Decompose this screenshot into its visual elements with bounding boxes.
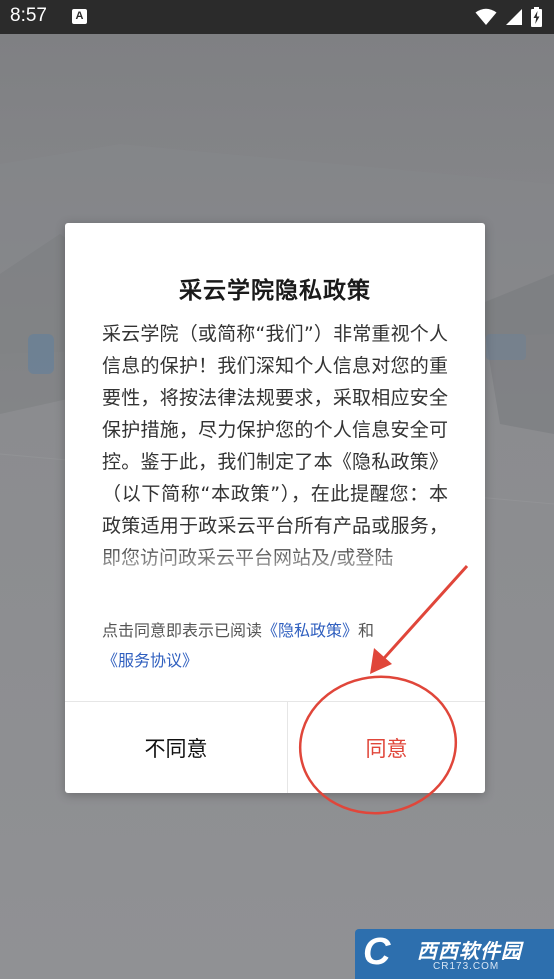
status-time: 8:57	[10, 5, 47, 26]
service-agreement-link[interactable]: 《服务协议》	[102, 651, 198, 670]
consent-prefix: 点击同意即表示已阅读	[102, 621, 263, 640]
disagree-button[interactable]: 不同意	[65, 702, 287, 793]
signal-icon	[506, 9, 522, 25]
wifi-icon	[475, 8, 497, 25]
watermark-domain: CR173.COM	[433, 961, 500, 972]
scroll-fade	[102, 543, 448, 585]
battery-charging-icon	[531, 7, 542, 27]
watermark-logo-letter: C	[363, 931, 391, 973]
privacy-dialog: 采云学院隐私政策 采云学院（或简称“我们”）非常重视个人信息的保护！我们深知个人…	[65, 223, 485, 793]
agree-button[interactable]: 同意	[288, 702, 485, 793]
status-icons	[475, 7, 542, 27]
notification-icon: A	[72, 9, 87, 24]
site-watermark: C 西西软件园 CR173.COM	[355, 929, 554, 979]
privacy-policy-link[interactable]: 《隐私政策》	[262, 621, 358, 640]
status-bar: 8:57 A	[0, 0, 554, 34]
consent-and: 和	[358, 621, 375, 640]
consent-notice: 点击同意即表示已阅读《隐私政策》和《服务协议》	[102, 616, 452, 676]
watermark-brand: 西西软件园	[417, 939, 522, 963]
dialog-title: 采云学院隐私政策	[179, 278, 371, 304]
